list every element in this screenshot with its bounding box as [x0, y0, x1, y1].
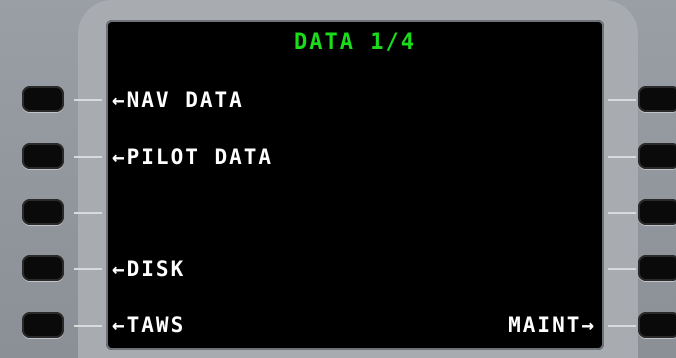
nav-data-label[interactable]: ←NAV DATA — [112, 88, 244, 112]
lsk-3r-button[interactable] — [638, 199, 676, 225]
lsk-5r-button[interactable] — [638, 312, 676, 338]
maint-label[interactable]: MAINT→ — [508, 313, 596, 337]
lsk-5l-button[interactable] — [22, 312, 64, 338]
lsk-5l-tick — [74, 325, 102, 327]
pilot-data-label[interactable]: ←PILOT DATA — [112, 145, 273, 169]
lsk-2r-tick — [608, 156, 636, 158]
cdu-screen — [106, 20, 604, 350]
lsk-4r-button[interactable] — [638, 255, 676, 281]
taws-label[interactable]: ←TAWS — [112, 313, 185, 337]
lsk-3l-tick — [74, 212, 102, 214]
page-title: DATA 1/4 — [294, 30, 416, 55]
lsk-1l-tick — [74, 99, 102, 101]
lsk-4l-button[interactable] — [22, 255, 64, 281]
lsk-4l-tick — [74, 268, 102, 270]
lsk-1r-button[interactable] — [638, 86, 676, 112]
disk-label[interactable]: ←DISK — [112, 257, 185, 281]
lsk-1l-button[interactable] — [22, 86, 64, 112]
lsk-3l-button[interactable] — [22, 199, 64, 225]
lsk-2l-tick — [74, 156, 102, 158]
lsk-4r-tick — [608, 268, 636, 270]
lsk-5r-tick — [608, 325, 636, 327]
lsk-2r-button[interactable] — [638, 143, 676, 169]
lsk-2l-button[interactable] — [22, 143, 64, 169]
lsk-1r-tick — [608, 99, 636, 101]
lsk-3r-tick — [608, 212, 636, 214]
